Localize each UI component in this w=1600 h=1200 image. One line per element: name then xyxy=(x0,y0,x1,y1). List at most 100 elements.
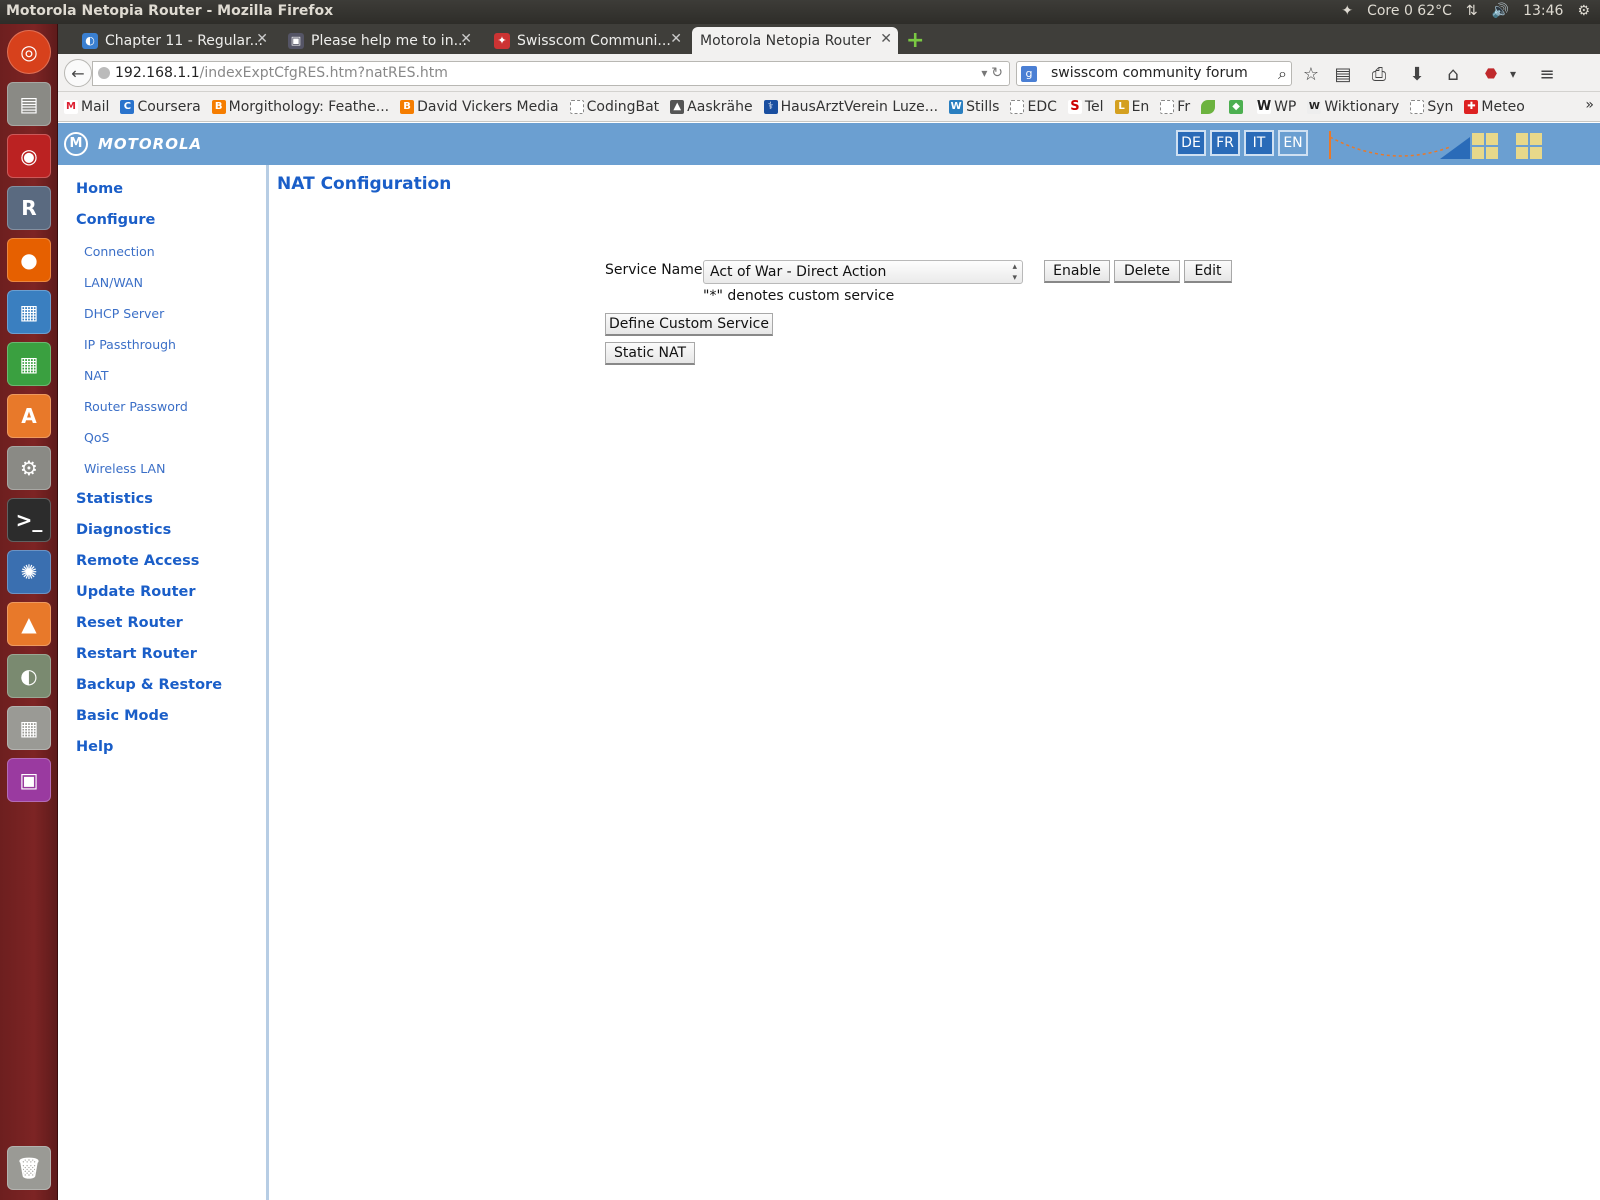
nav-home[interactable]: Home xyxy=(76,181,123,197)
nav-update-router[interactable]: Update Router xyxy=(76,584,196,600)
window-title: Motorola Netopia Router - Mozilla Firefo… xyxy=(6,3,334,19)
url-bar[interactable]: 192.168.1.1/indexExptCfgRES.htm?natRES.h… xyxy=(92,61,1010,86)
print-icon[interactable]: ⎙ xyxy=(1366,61,1392,87)
bookmark-wp[interactable]: W WP xyxy=(1257,99,1296,115)
power-gear-icon[interactable]: ⚙ xyxy=(1577,3,1590,19)
calculator-icon[interactable]: ▦ xyxy=(7,706,51,750)
ubuntu-dash-icon[interactable]: ◎ xyxy=(7,30,51,74)
define-custom-service-button[interactable]: Define Custom Service xyxy=(605,313,773,336)
edit-button[interactable]: Edit xyxy=(1184,260,1232,283)
nav-reset-router[interactable]: Reset Router xyxy=(76,615,183,631)
close-tab-icon[interactable]: ✕ xyxy=(670,31,682,47)
bookmark-coursera[interactable]: C Coursera xyxy=(120,99,201,115)
nav-connection[interactable]: Connection xyxy=(84,244,155,259)
tab-chapter-11[interactable]: ◐ Chapter 11 - Regular... ✕ xyxy=(74,27,274,54)
cpu-temp-indicator[interactable]: Core 0 62°C xyxy=(1367,3,1452,19)
disk-usage-icon[interactable]: ◐ xyxy=(7,654,51,698)
bookmark-star-icon[interactable]: ☆ xyxy=(1298,61,1324,87)
nav-remote-access[interactable]: Remote Access xyxy=(76,553,199,569)
bookmark-david-vickers[interactable]: B David Vickers Media xyxy=(400,99,559,115)
network-app-icon[interactable]: ✺ xyxy=(7,550,51,594)
bookmark-syn[interactable]: Syn xyxy=(1410,99,1453,115)
service-name-select[interactable]: Act of War - Direct Action ▴ ▾ xyxy=(703,260,1023,284)
bookmark-stills[interactable]: W Stills xyxy=(949,99,999,115)
nav-configure[interactable]: Configure xyxy=(76,212,155,228)
bookmark-wiktionary[interactable]: W Wiktionary xyxy=(1307,99,1399,115)
close-tab-icon[interactable]: ✕ xyxy=(880,31,892,47)
search-bar[interactable]: g swisscom community forum ⌕ xyxy=(1016,61,1292,86)
bookmark-fr[interactable]: Fr xyxy=(1160,99,1190,115)
bookmark-meteo[interactable]: ✚ Meteo xyxy=(1464,99,1525,115)
nav-dhcp-server[interactable]: DHCP Server xyxy=(84,306,164,321)
terminal-icon[interactable]: >_ xyxy=(7,498,51,542)
nav-statistics[interactable]: Statistics xyxy=(76,491,153,507)
firefox-icon[interactable]: ● xyxy=(7,238,51,282)
dropbox-icon[interactable]: ✦ xyxy=(1341,3,1353,19)
nav-lan-wan[interactable]: LAN/WAN xyxy=(84,275,143,290)
bookmark-en[interactable]: L En xyxy=(1114,98,1150,115)
download-icon[interactable]: ⬇ xyxy=(1404,61,1430,87)
nav-basic-mode[interactable]: Basic Mode xyxy=(76,708,169,724)
bookmark-label: En xyxy=(1131,98,1150,115)
bookmark-tel[interactable]: S Tel xyxy=(1067,99,1104,115)
close-tab-icon[interactable]: ✕ xyxy=(460,31,472,47)
nav-qos[interactable]: QoS xyxy=(84,430,109,445)
vlc-icon[interactable]: ▲ xyxy=(7,602,51,646)
workspace-switcher-icon[interactable]: ▣ xyxy=(7,758,51,802)
page-icon xyxy=(1010,99,1025,114)
system-settings-icon[interactable]: ⚙ xyxy=(7,446,51,490)
software-center-icon[interactable]: A xyxy=(7,394,51,438)
bookmark-maps[interactable]: ◆ xyxy=(1229,99,1246,114)
nav-wireless-lan[interactable]: Wireless LAN xyxy=(84,461,165,476)
bookmarks-overflow-icon[interactable]: » xyxy=(1585,97,1594,113)
bookmark-edc[interactable]: EDC xyxy=(1010,99,1057,115)
network-icon[interactable]: ⇅ xyxy=(1466,3,1478,19)
bookmark-morgithology[interactable]: B Morgithology: Feathe... xyxy=(211,99,389,115)
google-search-engine-icon[interactable]: g xyxy=(1021,66,1037,82)
calc-icon[interactable]: ▦ xyxy=(7,342,51,386)
nav-backup-restore[interactable]: Backup & Restore xyxy=(76,677,222,693)
clock[interactable]: 13:46 xyxy=(1523,3,1563,19)
nav-help[interactable]: Help xyxy=(76,739,113,755)
files-icon[interactable]: ▤ xyxy=(7,82,51,126)
nav-router-password[interactable]: Router Password xyxy=(84,399,188,414)
r-lang-icon[interactable]: R xyxy=(7,186,51,230)
delete-button[interactable]: Delete xyxy=(1114,260,1180,283)
tab-motorola-router[interactable]: Motorola Netopia Router ✕ xyxy=(692,27,898,54)
nav-ip-passthrough[interactable]: IP Passthrough xyxy=(84,337,176,352)
nav-nat[interactable]: NAT xyxy=(84,368,109,383)
tab-swisscom-community[interactable]: ✦ Swisscom Communi... ✕ xyxy=(486,27,688,54)
medical-icon: ⚕ xyxy=(763,99,778,114)
nav-diagnostics[interactable]: Diagnostics xyxy=(76,522,171,538)
search-magnifier-icon[interactable]: ⌕ xyxy=(1278,62,1287,85)
bookmark-codingbat[interactable]: CodingBat xyxy=(569,99,659,115)
volume-icon[interactable]: 🔊 xyxy=(1492,3,1509,19)
bookmarks-menu-icon[interactable]: ▤ xyxy=(1330,61,1356,87)
navigation-bar: ← 192.168.1.1/indexExptCfgRES.htm?natRES… xyxy=(58,54,1600,92)
bookmark-mail[interactable]: M Mail xyxy=(64,99,109,115)
image-viewer-icon[interactable]: ◉ xyxy=(7,134,51,178)
new-tab-icon[interactable]: + xyxy=(906,28,924,53)
lang-it-button[interactable]: IT xyxy=(1244,130,1274,156)
tab-bar: ◐ Chapter 11 - Regular... ✕ ▣ Please hel… xyxy=(58,24,1600,54)
site-info-icon[interactable] xyxy=(98,67,110,79)
lang-de-button[interactable]: DE xyxy=(1176,130,1206,156)
lang-en-button[interactable]: EN xyxy=(1278,130,1308,156)
reload-icon[interactable]: ↻ xyxy=(991,65,1003,81)
tab-please-help[interactable]: ▣ Please help me to in... ✕ xyxy=(280,27,478,54)
home-icon[interactable]: ⌂ xyxy=(1440,61,1466,87)
bookmark-aaskraehe[interactable]: ▲ Aaskrähe xyxy=(670,99,753,115)
nav-restart-router[interactable]: Restart Router xyxy=(76,646,197,662)
bookmark-leaf[interactable] xyxy=(1201,99,1218,114)
writer-icon[interactable]: ▦ xyxy=(7,290,51,334)
enable-button[interactable]: Enable xyxy=(1044,260,1110,283)
bookmark-hausarztverein[interactable]: ⚕ HausArztVerein Luze... xyxy=(763,99,938,115)
lang-fr-button[interactable]: FR xyxy=(1210,130,1240,156)
dropdown-arrow-icon[interactable]: ▾ xyxy=(981,66,987,80)
trash-icon[interactable]: 🗑 xyxy=(7,1146,51,1190)
close-tab-icon[interactable]: ✕ xyxy=(256,31,268,47)
static-nat-button[interactable]: Static NAT xyxy=(605,342,695,365)
menu-hamburger-icon[interactable]: ≡ xyxy=(1534,61,1560,87)
adblock-dropdown-icon[interactable]: ▾ xyxy=(1500,61,1526,87)
back-button[interactable]: ← xyxy=(64,59,92,87)
